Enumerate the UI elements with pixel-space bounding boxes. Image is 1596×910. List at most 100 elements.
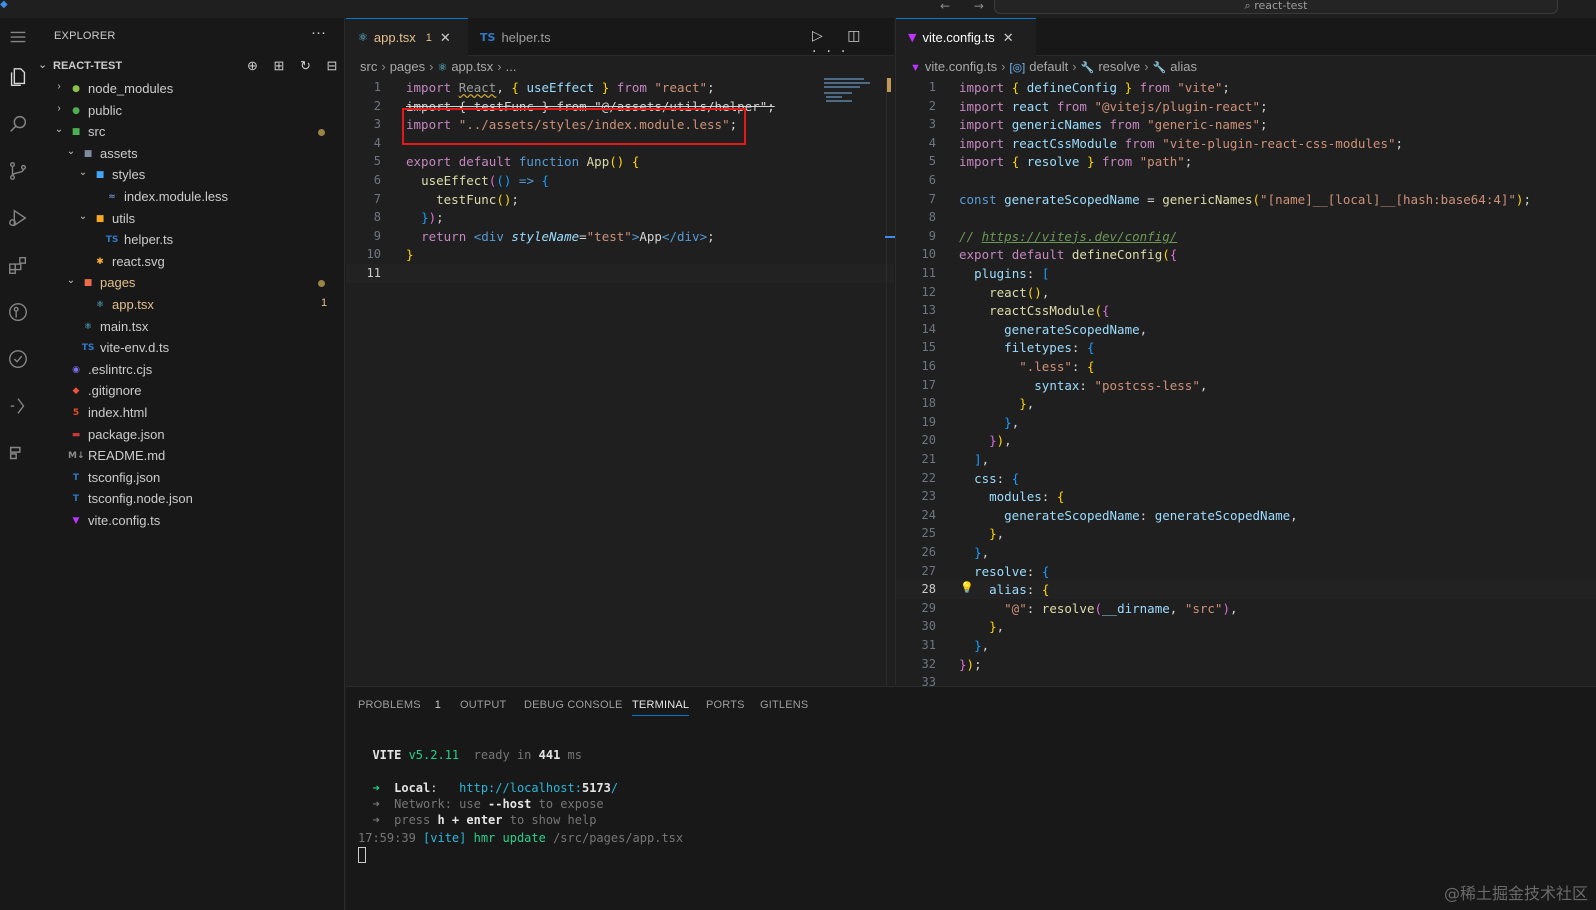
breadcrumb-segment[interactable]: alias [1170, 59, 1197, 74]
panel-tab-debug-console[interactable]: DEBUG CONSOLE [524, 699, 623, 711]
title-bar: ◆ ← → ⌕ react-test [0, 0, 1596, 18]
tree-item-label: index.module.less [124, 189, 229, 204]
explorer-more-icon[interactable]: ··· [311, 24, 326, 41]
tab-helper-ts[interactable]: TS helper.ts [468, 18, 586, 56]
run-debug-icon[interactable] [0, 201, 35, 235]
panel-tab-problems[interactable]: PROBLEMS 1 [358, 699, 441, 711]
line-number: 31 [921, 638, 936, 652]
tree-file-tsconfig-node-json[interactable]: Ttsconfig.node.json [35, 488, 344, 510]
close-icon[interactable]: ✕ [1003, 30, 1014, 46]
panel-tab-label: DEBUG CONSOLE [524, 699, 623, 711]
tree-folder-pages[interactable]: ⌄ ■ pages [35, 272, 344, 294]
tree-file-tsconfig-json[interactable]: Ttsconfig.json [35, 467, 344, 489]
tree-file-vite-config-ts[interactable]: ▼ vite.config.ts [35, 510, 344, 532]
tree-item-label: .eslintrc.cjs [88, 361, 153, 377]
code-line: 5 export default function App() { [346, 152, 894, 171]
tree-folder-src[interactable]: ⌄ ■ src [35, 121, 344, 143]
code-line: 7 testFunc(); [346, 190, 894, 209]
source-control-icon[interactable] [0, 154, 35, 188]
explorer-actions[interactable]: ⊕ ⊞ ↻ ⊟ [247, 58, 343, 74]
ts-file-icon: TS [105, 235, 119, 246]
html-file-icon: 5 [72, 408, 80, 418]
tree-folder-node-modules[interactable]: › ● node_modules [35, 78, 344, 100]
tree-file-readme-md[interactable]: M↓ README.md [35, 445, 344, 467]
tree-file--eslintrc-cjs[interactable]: ◉ .eslintrc.cjs [35, 359, 344, 381]
timeline-icon[interactable] [0, 436, 35, 470]
panel-tab-ports[interactable]: PORTS [706, 699, 745, 711]
nav-arrows[interactable]: ← → [940, 0, 994, 12]
scroll-marker-warning [887, 78, 891, 92]
tree-folder-styles[interactable]: ⌄ ■ styles [35, 164, 344, 186]
tree-file-index-module-less[interactable]: ≈ index.module.less [35, 186, 344, 208]
tree-file-react-svg[interactable]: ✱ react.svg [35, 251, 344, 273]
code-line: 9 return <div styleName="test">App</div>… [346, 227, 894, 246]
project-header[interactable]: ⌄ REACT-TEST ⊕ ⊞ ↻ ⊟ [35, 56, 344, 78]
vite-file-icon: ▼ [908, 31, 917, 44]
pages-folder-icon: ■ [83, 278, 93, 289]
code-line: 32}); [896, 655, 1596, 674]
tab-vite-config-ts[interactable]: ▼ vite.config.ts ✕ [896, 18, 1036, 56]
menu-icon[interactable] [0, 22, 35, 52]
minimap[interactable] [824, 78, 880, 108]
breadcrumb-segment[interactable]: app.tsx [451, 59, 493, 74]
breadcrumb-segment[interactable]: default [1029, 59, 1068, 74]
problems-count-badge: 1 [434, 699, 442, 711]
tree-folder-public[interactable]: › ● public [35, 100, 344, 122]
panel-tab-gitlens[interactable]: GITLENS [760, 699, 808, 711]
code-line: 26 }, [896, 543, 1596, 562]
tab-label: helper.ts [501, 29, 551, 45]
command-center-search[interactable]: ⌕ react-test [994, 0, 1558, 14]
code-text: } [406, 247, 414, 263]
tree-folder-utils[interactable]: ⌄ ■ utils [35, 208, 344, 230]
tab-app-tsx[interactable]: ⚛ app.tsx 1 ✕ [346, 18, 468, 56]
tree-file-package-json[interactable]: ▬ package.json [35, 424, 344, 446]
chevron-down-icon: ⌄ [78, 167, 88, 179]
ts-file-icon: TS [480, 30, 496, 44]
breadcrumb-segment[interactable]: vite.config.ts [925, 59, 997, 74]
tree-file-vite-env-d-ts[interactable]: TS vite-env.d.ts [35, 337, 344, 359]
line-number: 14 [921, 321, 936, 336]
explorer-icon[interactable] [0, 60, 35, 94]
chevron-right-icon: › [497, 59, 502, 74]
line-number: 16 [921, 359, 936, 373]
tree-item-label: main.tsx [100, 318, 149, 334]
panel-tab-output[interactable]: OUTPUT [460, 699, 506, 711]
extensions-icon[interactable] [0, 248, 35, 282]
tree-file-index-html[interactable]: 5 index.html [35, 402, 344, 424]
tree-file-app-tsx[interactable]: ⚛ app.tsx 1 [35, 294, 344, 316]
breadcrumb: ▼ vite.config.ts › [◎] default › 🔧 resolve › 🔧 ali… [896, 56, 1596, 78]
line-number: 10 [921, 247, 936, 262]
code-text: modules: { [989, 489, 1065, 505]
chevron-right-icon: › [57, 102, 61, 114]
search-icon[interactable] [0, 107, 35, 141]
breadcrumb-segment[interactable]: ... [506, 59, 517, 74]
scrollbar[interactable] [885, 78, 897, 685]
gitlens-icon[interactable] [0, 295, 35, 329]
breadcrumb-segment[interactable]: resolve [1098, 59, 1140, 74]
modified-dot [318, 280, 325, 288]
testing-icon[interactable] [0, 389, 35, 423]
tree-file-main-tsx[interactable]: ⚛ main.tsx [35, 316, 344, 338]
code-line: 1 import React, { useEffect } from "react… [346, 78, 894, 97]
line-number: 2 [373, 98, 381, 113]
tree-file--gitignore[interactable]: ◆ .gitignore [35, 380, 344, 402]
line-number: 1 [928, 80, 936, 94]
panel-tab-label: PORTS [706, 699, 745, 711]
code-text: }); [421, 210, 444, 226]
code-text: import React, { useEffect } from "react"… [406, 80, 715, 95]
explorer-title: EXPLORER [54, 30, 116, 42]
remote-icon[interactable] [0, 342, 35, 376]
panel-tab-terminal[interactable]: TERMINAL [632, 699, 690, 716]
code-text: import react from "@vitejs/plugin-react"… [959, 98, 1268, 114]
breadcrumb-segment[interactable]: pages [390, 59, 425, 74]
chevron-right-icon: › [1144, 59, 1149, 74]
breadcrumb-segment[interactable]: src [360, 59, 377, 74]
chevron-down-icon: ⌄ [66, 145, 76, 157]
line-number: 19 [921, 414, 936, 429]
code-line: 11 plugins: [ [896, 264, 1596, 283]
tree-file-helper-ts[interactable]: TS helper.ts [35, 229, 344, 251]
lightbulb-icon[interactable]: 💡 [960, 581, 974, 594]
watermark: @稀土掘金技术社区 [1443, 884, 1588, 903]
close-icon[interactable]: ✕ [440, 30, 451, 46]
tree-folder-assets[interactable]: ⌄ ■ assets [35, 143, 344, 165]
